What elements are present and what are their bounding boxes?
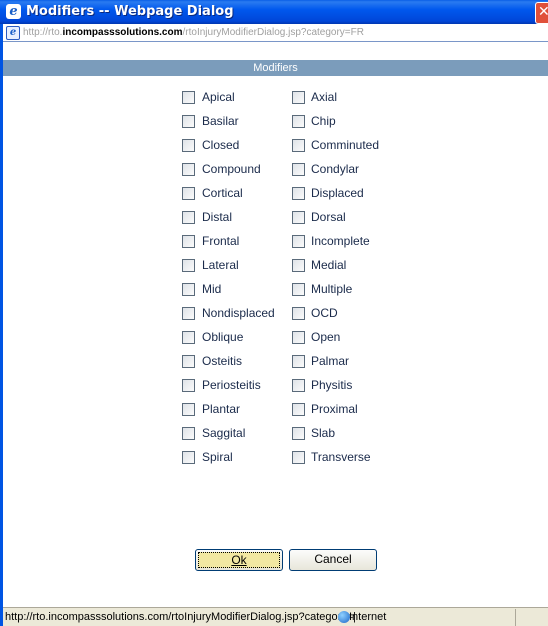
modifier-checkbox[interactable]: [292, 379, 305, 392]
address-path: /rtoInjuryModifierDialog.jsp?category=FR: [182, 27, 364, 38]
modifier-label[interactable]: Osteitis: [202, 354, 242, 368]
modifier-label[interactable]: Closed: [202, 138, 239, 152]
modifier-checkbox[interactable]: [182, 139, 195, 152]
dialog-window: e Modifiers -- Webpage Dialog ✕ e http:/…: [0, 0, 548, 626]
modifier-checkbox[interactable]: [182, 283, 195, 296]
modifiers-header: Modifiers: [3, 60, 548, 76]
modifier-checkbox[interactable]: [182, 331, 195, 344]
modifier-label[interactable]: Palmar: [311, 354, 349, 368]
modifier-label[interactable]: Medial: [311, 258, 346, 272]
modifier-checkbox[interactable]: [292, 163, 305, 176]
modifier-checkbox[interactable]: [292, 91, 305, 104]
modifier-checkbox[interactable]: [182, 235, 195, 248]
modifier-label[interactable]: Oblique: [202, 330, 243, 344]
modifier-label[interactable]: Slab: [311, 426, 335, 440]
dialog-content: Modifiers Apical Basilar Closed Compound Cor…: [3, 42, 548, 607]
modifier-checkbox[interactable]: [292, 115, 305, 128]
address-bar: e http://rto.incompasssolutions.com/rtoI…: [3, 24, 548, 42]
modifier-label[interactable]: Transverse: [311, 450, 371, 464]
modifier-label[interactable]: Lateral: [202, 258, 239, 272]
ok-button[interactable]: Ok: [195, 549, 283, 571]
modifier-label[interactable]: Plantar: [202, 402, 240, 416]
ie-icon: e: [6, 4, 21, 19]
modifier-label[interactable]: Compound: [202, 162, 261, 176]
modifier-label[interactable]: Displaced: [311, 186, 364, 200]
modifier-checkbox[interactable]: [292, 235, 305, 248]
window-title: Modifiers -- Webpage Dialog: [26, 4, 234, 19]
modifier-checkbox[interactable]: [182, 403, 195, 416]
modifier-label[interactable]: Saggital: [202, 426, 245, 440]
modifier-label[interactable]: Open: [311, 330, 340, 344]
modifier-label[interactable]: Dorsal: [311, 210, 346, 224]
modifier-label[interactable]: Multiple: [311, 282, 352, 296]
modifier-label[interactable]: Mid: [202, 282, 221, 296]
modifier-checkbox[interactable]: [292, 283, 305, 296]
modifier-checkbox[interactable]: [182, 211, 195, 224]
modifier-checkbox[interactable]: [182, 451, 195, 464]
modifier-label[interactable]: Apical: [202, 90, 235, 104]
modifier-checkbox[interactable]: [182, 163, 195, 176]
modifier-checkbox[interactable]: [292, 211, 305, 224]
modifier-checkbox[interactable]: [182, 259, 195, 272]
modifier-checkbox[interactable]: [292, 187, 305, 200]
modifier-label[interactable]: Proximal: [311, 402, 358, 416]
address-prefix: http://rto.: [23, 27, 63, 38]
modifier-label[interactable]: Periosteitis: [202, 378, 261, 392]
modifier-checkbox[interactable]: [292, 307, 305, 320]
modifier-checkbox[interactable]: [292, 139, 305, 152]
modifier-checkbox[interactable]: [182, 379, 195, 392]
modifier-label[interactable]: Nondisplaced: [202, 306, 275, 320]
cancel-button[interactable]: Cancel: [289, 549, 377, 571]
address-domain: incompasssolutions.com: [62, 27, 183, 38]
close-icon: ✕: [538, 4, 548, 20]
modifier-checkbox[interactable]: [182, 427, 195, 440]
address-url: http://rto.incompasssolutions.com/rtoInj…: [23, 24, 364, 41]
cancel-label: Cancel: [314, 552, 352, 566]
status-bar: http://rto.incompasssolutions.com/rtoInj…: [3, 607, 548, 626]
modifier-checkbox[interactable]: [292, 331, 305, 344]
modifier-checkbox[interactable]: [292, 259, 305, 272]
modifier-label[interactable]: Distal: [202, 210, 232, 224]
close-button[interactable]: ✕: [535, 2, 548, 24]
modifier-checkbox[interactable]: [292, 451, 305, 464]
ie-page-icon: e: [6, 26, 20, 40]
modifier-label[interactable]: Basilar: [202, 114, 239, 128]
modifier-label[interactable]: Comminuted: [311, 138, 379, 152]
modifier-checkbox[interactable]: [182, 307, 195, 320]
modifier-checkbox[interactable]: [292, 355, 305, 368]
status-url: http://rto.incompasssolutions.com/rtoInj…: [5, 611, 357, 623]
modifier-label[interactable]: Frontal: [202, 234, 239, 248]
modifier-checkbox[interactable]: [182, 115, 195, 128]
modifier-label[interactable]: Spiral: [202, 450, 233, 464]
modifier-checkbox[interactable]: [182, 187, 195, 200]
modifier-label[interactable]: Condylar: [311, 162, 359, 176]
status-divider: [515, 609, 516, 626]
modifier-checkbox[interactable]: [292, 427, 305, 440]
ok-label: Ok: [231, 553, 247, 567]
modifier-label[interactable]: Physitis: [311, 378, 352, 392]
modifier-label[interactable]: Incomplete: [311, 234, 370, 248]
modifier-label[interactable]: Cortical: [202, 186, 243, 200]
title-bar[interactable]: e Modifiers -- Webpage Dialog ✕: [0, 0, 548, 24]
modifier-checkbox[interactable]: [182, 355, 195, 368]
modifier-label[interactable]: Axial: [311, 90, 337, 104]
modifier-label[interactable]: Chip: [311, 114, 336, 128]
status-zone: Internet: [349, 611, 387, 623]
modifier-checkbox[interactable]: [182, 91, 195, 104]
modifier-checkbox[interactable]: [292, 403, 305, 416]
modifier-label[interactable]: OCD: [311, 306, 338, 320]
